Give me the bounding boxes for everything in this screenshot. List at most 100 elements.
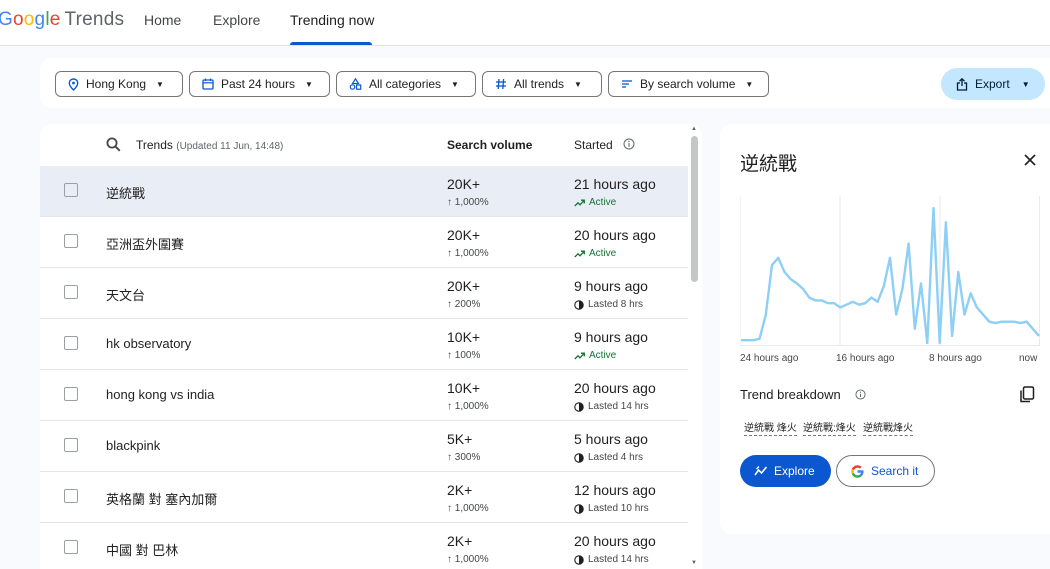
categories-icon (349, 78, 362, 90)
breakdown-tag[interactable]: 逆統戰烽火 (863, 419, 913, 436)
breakdown-tag[interactable]: 逆統戰 烽火 (744, 419, 797, 436)
search-volume: 20K+ (447, 176, 481, 192)
info-icon[interactable] (623, 138, 635, 150)
table-row[interactable]: 天文台 20K+ ↑ 200% 9 hours ago Lasted 8 hrs (40, 268, 688, 319)
scroll-up-arrow[interactable]: ▲ (691, 126, 697, 132)
trend-status-label: Lasted 8 hrs (588, 299, 644, 310)
table-row[interactable]: 逆統戰 20K+ ↑ 1,000% 21 hours ago Active (40, 166, 688, 217)
table-row[interactable]: blackpink 5K+ ↑ 300% 5 hours ago Lasted 4 hr… (40, 421, 688, 472)
copy-icon[interactable] (1019, 386, 1035, 403)
scroll-down-arrow[interactable]: ▼ (691, 560, 697, 566)
breakdown-tag[interactable]: 逆統戰:烽火 (803, 419, 856, 436)
detail-title: 逆統戰 (740, 154, 798, 175)
trend-status-label: Lasted 4 hrs (588, 452, 644, 463)
search-volume: 5K+ (447, 431, 473, 447)
started-time: 5 hours ago (574, 431, 648, 447)
chevron-down-icon: ▼ (305, 79, 313, 89)
category-filter-label: All categories (369, 77, 442, 91)
trending-up-icon (574, 199, 585, 206)
row-checkbox[interactable] (64, 387, 78, 401)
volume-change: ↑ 1,000% (447, 503, 489, 514)
trending-up-icon (574, 250, 585, 257)
trend-detail-panel: 逆統戰 24 hours ago 16 hours ago 8 hours ag… (720, 124, 1050, 534)
time-filter-label: Past 24 hours (221, 77, 296, 91)
search-volume-column-header[interactable]: Search volume (447, 138, 532, 152)
hashtag-icon (496, 78, 506, 90)
trends-header-label: Trends (136, 138, 173, 152)
google-trends-logo[interactable]: Google Trends (0, 9, 124, 31)
search-it-button[interactable]: Search it (836, 455, 935, 487)
row-checkbox[interactable] (64, 540, 78, 554)
trends-filter[interactable]: All trends ▼ (482, 71, 602, 97)
trend-name[interactable]: hong kong vs india (106, 387, 214, 402)
info-icon[interactable] (855, 389, 866, 400)
active-nav-indicator (290, 42, 372, 45)
trend-status: Active (574, 248, 616, 259)
row-checkbox[interactable] (64, 438, 78, 452)
search-volume: 2K+ (447, 482, 473, 498)
trend-name[interactable]: 亞洲盃外圍賽 (106, 234, 184, 253)
trend-line-chart (740, 196, 1040, 346)
trend-status-label: Active (589, 197, 617, 208)
volume-change: ↑ 1,000% (447, 401, 489, 412)
search-volume: 20K+ (447, 278, 481, 294)
google-g-icon (851, 464, 864, 478)
table-row[interactable]: hk observatory 10K+ ↑ 100% 9 hours ago Activ… (40, 319, 688, 370)
nav-trending-now[interactable]: Trending now (290, 12, 374, 28)
trends-list: Trends (Updated 11 Jun, 14:48) Search vo… (40, 124, 702, 569)
chart-x-label: 8 hours ago (929, 353, 982, 364)
trends-column-header: Trends (Updated 11 Jun, 14:48) (136, 138, 283, 152)
row-checkbox[interactable] (64, 336, 78, 350)
table-row[interactable]: 亞洲盃外圍賽 20K+ ↑ 1,000% 20 hours ago Active (40, 217, 688, 268)
row-checkbox[interactable] (64, 489, 78, 503)
search-volume: 20K+ (447, 227, 481, 243)
started-column-header[interactable]: Started (574, 138, 613, 152)
trend-name[interactable]: hk observatory (106, 336, 191, 351)
timer-icon (574, 503, 584, 514)
trends-filter-label: All trends (514, 77, 565, 91)
row-checkbox[interactable] (64, 234, 78, 248)
trend-status: Active (574, 350, 616, 361)
timer-icon (574, 401, 584, 412)
row-checkbox[interactable] (64, 183, 78, 197)
export-button[interactable]: Export ▼ (941, 68, 1045, 100)
table-row[interactable]: 中國 對 巴林 2K+ ↑ 1,000% 20 hours ago Lasted 14 … (40, 523, 688, 569)
location-filter[interactable]: Hong Kong ▼ (55, 71, 183, 97)
table-row[interactable]: 英格蘭 對 塞內加爾 2K+ ↑ 1,000% 12 hours ago Lasted … (40, 472, 688, 523)
explore-button[interactable]: Explore (740, 455, 831, 487)
timer-icon (574, 299, 584, 310)
location-pin-icon (68, 77, 79, 91)
nav-home[interactable]: Home (144, 12, 181, 28)
list-header: Trends (Updated 11 Jun, 14:48) Search vo… (40, 124, 702, 166)
trend-name[interactable]: blackpink (106, 438, 160, 453)
volume-change: ↑ 1,000% (447, 248, 489, 259)
nav-explore[interactable]: Explore (213, 12, 260, 28)
trend-name[interactable]: 中國 對 巴林 (106, 540, 178, 559)
category-filter[interactable]: All categories ▼ (336, 71, 476, 97)
close-icon[interactable] (1024, 154, 1036, 166)
trend-status: Lasted 4 hrs (574, 452, 643, 463)
top-bar: Google Trends Home Explore Trending now (0, 0, 1050, 46)
export-label: Export (975, 77, 1010, 91)
time-filter[interactable]: Past 24 hours ▼ (189, 71, 330, 97)
volume-change: ↑ 100% (447, 350, 481, 361)
search-icon[interactable] (106, 137, 121, 152)
table-row[interactable]: hong kong vs india 10K+ ↑ 1,000% 20 hours a… (40, 370, 688, 421)
trend-status-label: Active (589, 350, 617, 361)
search-volume: 10K+ (447, 329, 481, 345)
chart-x-label: now (1019, 353, 1038, 364)
sort-filter[interactable]: By search volume ▼ (608, 71, 769, 97)
trend-name[interactable]: 天文台 (106, 285, 145, 304)
trend-name[interactable]: 逆統戰 (106, 183, 145, 202)
row-checkbox[interactable] (64, 285, 78, 299)
trending-up-icon (574, 352, 585, 359)
volume-change: ↑ 200% (447, 299, 481, 310)
trend-name[interactable]: 英格蘭 對 塞內加爾 (106, 489, 217, 508)
started-time: 9 hours ago (574, 278, 648, 294)
timer-icon (574, 452, 584, 463)
explore-label: Explore (774, 464, 815, 478)
scrollbar[interactable] (691, 136, 698, 282)
explore-icon (754, 466, 768, 476)
trend-status: Lasted 8 hrs (574, 299, 643, 310)
started-time: 21 hours ago (574, 176, 656, 192)
